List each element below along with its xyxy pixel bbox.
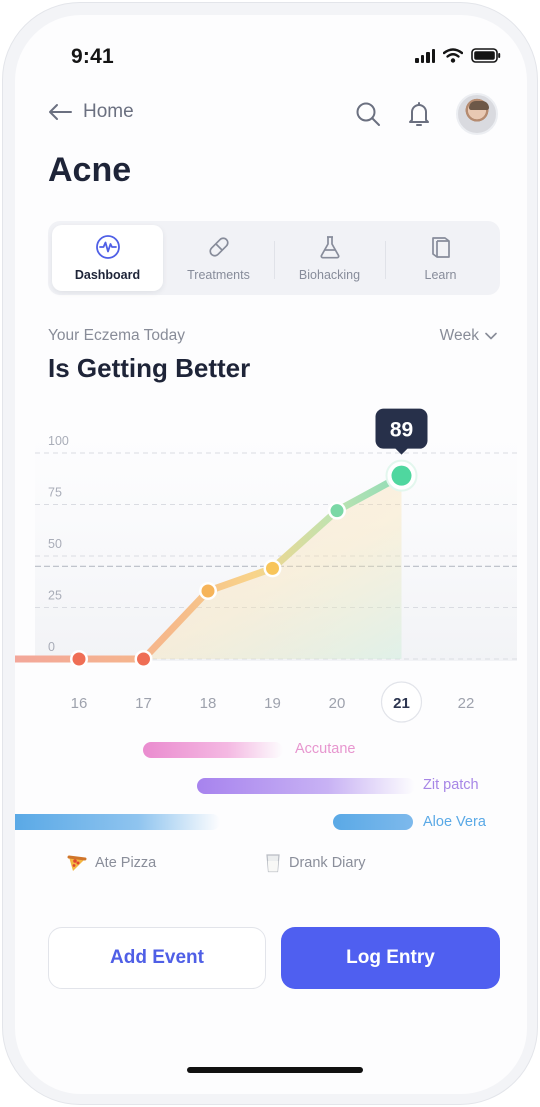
bell-icon[interactable] — [404, 99, 434, 129]
event-bar-aloe-vera[interactable] — [333, 814, 413, 830]
log-entry-button[interactable]: Log Entry — [281, 927, 500, 989]
tab-treatments[interactable]: Treatments — [163, 225, 274, 291]
note-ate-pizza[interactable]: Ate Pizza — [67, 853, 156, 873]
avatar[interactable] — [456, 93, 498, 135]
back-label: Home — [83, 101, 134, 122]
trend-headline: Is Getting Better — [48, 353, 251, 383]
signal-icon — [415, 48, 435, 63]
arrow-left-icon — [49, 104, 72, 120]
x-tick-label: 17 — [135, 695, 152, 712]
wifi-icon — [443, 48, 463, 63]
y-tick-label: 25 — [48, 589, 62, 603]
event-label-zit-patch: Zit patch — [423, 777, 479, 793]
value-tooltip-label: 89 — [390, 419, 413, 442]
data-point — [330, 504, 344, 518]
note-drank-diary[interactable]: Drank Diary — [265, 853, 366, 873]
event-label-accutane: Accutane — [295, 741, 356, 757]
data-point — [266, 561, 279, 575]
add-event-button[interactable]: Add Event — [48, 927, 266, 989]
app-header: Home — [15, 93, 527, 155]
trend-subtitle: Your Eczema Today — [48, 327, 186, 344]
x-tick-label: 19 — [264, 695, 281, 712]
x-tick-label: 22 — [458, 695, 475, 712]
status-time: 9:41 — [71, 45, 114, 68]
phone-frame: 9:41 Home Acne Dashboard Treatments Bioh… — [2, 2, 538, 1105]
tab-biohacking-label: Biohacking — [298, 268, 361, 282]
battery-icon — [471, 48, 501, 63]
x-tick-label: 18 — [200, 695, 217, 712]
y-tick-label: 75 — [48, 486, 62, 500]
home-indicator — [187, 1067, 363, 1073]
data-point — [72, 652, 86, 666]
tab-learn-label: Learn — [424, 268, 457, 282]
period-dropdown[interactable]: Week — [440, 327, 497, 345]
x-tick-label: 21 — [393, 695, 410, 712]
data-point — [201, 584, 215, 598]
note-ate-pizza-label: Ate Pizza — [95, 855, 157, 871]
pulse-icon — [95, 235, 120, 259]
period-label: Week — [439, 327, 479, 344]
event-bar-accutane[interactable] — [143, 742, 283, 758]
chart-canvas: 100 75 50 25 0 89 16 17 18 19 20 21 22 — [15, 408, 517, 723]
app-screen: 9:41 Home Acne Dashboard Treatments Bioh… — [15, 15, 527, 1094]
pizza-icon — [67, 855, 87, 871]
tab-treatments-label: Treatments — [187, 268, 250, 282]
note-drank-diary-label: Drank Diary — [289, 855, 366, 871]
event-bar-aloe-vera-past[interactable] — [15, 814, 220, 830]
book-icon — [431, 237, 450, 258]
search-icon[interactable] — [353, 99, 383, 129]
x-tick-label: 16 — [71, 695, 88, 712]
status-bar: 9:41 — [15, 15, 527, 87]
tab-learn[interactable]: Learn — [385, 225, 496, 291]
tab-dashboard-label: Dashboard — [74, 268, 141, 282]
flask-icon — [319, 236, 340, 259]
y-tick-label: 50 — [48, 537, 62, 551]
data-point — [137, 652, 150, 666]
event-label-aloe-vera: Aloe Vera — [423, 814, 486, 830]
event-bar-zit-patch[interactable] — [197, 778, 415, 794]
tab-biohacking[interactable]: Biohacking — [274, 225, 385, 291]
tab-bar: Dashboard Treatments Biohacking Learn — [48, 221, 500, 295]
data-point — [391, 465, 412, 486]
chevron-down-icon — [485, 332, 497, 340]
y-tick-label: 100 — [48, 434, 69, 448]
tab-dashboard[interactable]: Dashboard — [52, 225, 163, 291]
back-button[interactable]: Home — [47, 101, 134, 123]
page-title: Acne — [48, 151, 132, 189]
pill-icon — [208, 237, 229, 257]
x-tick-label: 20 — [329, 695, 346, 712]
trend-chart: 100 75 50 25 0 89 16 17 18 19 20 21 22 — [15, 395, 527, 725]
glass-icon — [266, 854, 280, 873]
y-tick-label: 0 — [48, 640, 55, 654]
